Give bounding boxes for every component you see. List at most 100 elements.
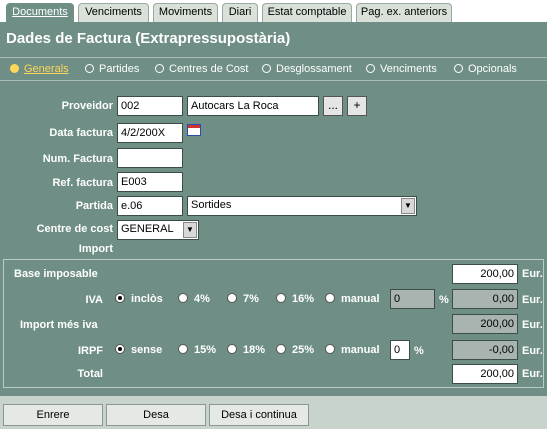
proveidor-code-input[interactable]: 002 [117,96,183,116]
radio-icon [262,64,271,73]
radio-label: inclòs [131,293,163,305]
partida-select-value: Sortides [191,199,232,211]
radio-icon [115,344,125,354]
calendar-icon[interactable] [187,124,201,136]
subtab-partides[interactable]: Partides [85,63,139,75]
desa-i-continua-button[interactable]: Desa i continua [209,404,309,426]
subtab-opcionals[interactable]: Opcionals [454,63,517,75]
radio-icon [325,293,335,303]
radio-label: 16% [292,293,315,305]
total-field: 200,00 [452,364,518,384]
enrere-button[interactable]: Enrere [3,404,103,426]
radio-icon [10,64,19,73]
chevron-down-icon: ▼ [183,222,197,238]
radio-icon [366,64,375,73]
radio-label: 25% [292,344,315,356]
subtab-label: Partides [99,63,140,75]
tab-strip: Documents Venciments Moviments Diari Est… [0,0,547,22]
radio-icon [454,64,463,73]
desa-button[interactable]: Desa [106,404,206,426]
iva-option-7[interactable]: 7% [227,293,259,305]
import-section-label: Import [78,243,113,255]
tab-diari[interactable]: Diari [222,3,258,22]
ref-factura-label: Ref. factura [52,177,113,189]
import-mes-iva-field: 200,00 [452,314,518,334]
ref-factura-input[interactable]: E003 [117,172,183,192]
radio-icon [227,293,237,303]
eur-label: Eur. [522,319,543,331]
iva-amount-field: 0,00 [452,289,518,309]
partida-code-input[interactable]: e.06 [117,196,183,216]
iva-option-16[interactable]: 16% [276,293,314,305]
radio-label: 7% [243,293,259,305]
subtab-centres-de-cost[interactable]: Centres de Cost [155,63,248,75]
centre-de-cost-select[interactable]: GENERAL ▼ [117,220,199,240]
partida-select[interactable]: Sortides ▼ [187,196,417,216]
chevron-down-icon: ▼ [401,198,415,214]
radio-icon [85,64,94,73]
percent-label: % [439,294,449,306]
num-factura-label: Num. Factura [42,153,113,165]
irpf-option-sense[interactable]: sense [115,344,162,356]
subtab-strip: Generals Partides Centres de Cost Desglo… [0,57,547,81]
num-factura-input[interactable] [117,148,183,168]
radio-icon [178,344,188,354]
proveidor-name-input[interactable]: Autocars La Roca [187,96,319,116]
radio-icon [115,293,125,303]
irpf-option-15[interactable]: 15% [178,344,216,356]
subtab-label: Desglossament [276,63,352,75]
iva-option-4[interactable]: 4% [178,293,210,305]
iva-label: IVA [85,294,103,306]
eur-label: Eur. [522,294,543,306]
radio-icon [178,293,188,303]
iva-option-manual[interactable]: manual [325,293,380,305]
radio-label: manual [341,293,380,305]
radio-label: 18% [243,344,266,356]
irpf-option-25[interactable]: 25% [276,344,314,356]
centre-de-cost-label: Centre de cost [36,223,113,235]
subtab-generals[interactable]: Generals [10,63,69,75]
irpf-manual-input[interactable]: 0 [390,340,410,360]
subtab-venciments[interactable]: Venciments [366,63,437,75]
total-label: Total [77,368,103,380]
subtab-label: Opcionals [468,63,517,75]
import-mes-iva-label: Import més iva [20,319,98,331]
subtab-label: Generals [24,63,69,75]
tab-documents[interactable]: Documents [6,3,74,22]
radio-label: 4% [194,293,210,305]
base-imposable-input[interactable]: 200,00 [452,264,518,284]
radio-label: sense [131,344,163,356]
radio-label: manual [341,344,380,356]
tab-estat-comptable[interactable]: Estat comptable [262,3,352,22]
subtab-label: Centres de Cost [169,63,249,75]
tab-venciments[interactable]: Venciments [78,3,149,22]
irpf-label: IRPF [77,345,103,357]
radio-label: 15% [194,344,217,356]
bottom-button-bar: Enrere Desa Desa i continua [0,396,547,429]
eur-label: Eur. [522,268,543,280]
subtab-desglossament[interactable]: Desglossament [262,63,352,75]
irpf-amount-field: -0,00 [452,340,518,360]
base-imposable-label: Base imposable [14,268,98,280]
proveidor-add-button[interactable]: + [347,96,367,116]
radio-icon [227,344,237,354]
data-factura-label: Data factura [49,127,113,139]
iva-manual-input[interactable]: 0 [390,289,435,309]
proveidor-label: Proveidor [61,100,113,112]
data-factura-input[interactable]: 4/2/200X [117,123,183,143]
tab-pag-ex-anteriors[interactable]: Pag. ex. anteriors [356,3,452,22]
iva-option-inclos[interactable]: inclòs [115,293,163,305]
radio-icon [155,64,164,73]
irpf-option-18[interactable]: 18% [227,344,265,356]
eur-label: Eur. [522,345,543,357]
percent-label: % [414,345,424,357]
radio-icon [276,293,286,303]
irpf-option-manual[interactable]: manual [325,344,380,356]
partida-label: Partida [75,200,113,212]
radio-icon [325,344,335,354]
proveidor-search-button[interactable]: ... [323,96,343,116]
centre-select-value: GENERAL [121,223,174,235]
subtab-label: Venciments [380,63,437,75]
page-title: Dades de Factura (Extrapressupostària) [6,30,291,47]
tab-moviments[interactable]: Moviments [153,3,218,22]
